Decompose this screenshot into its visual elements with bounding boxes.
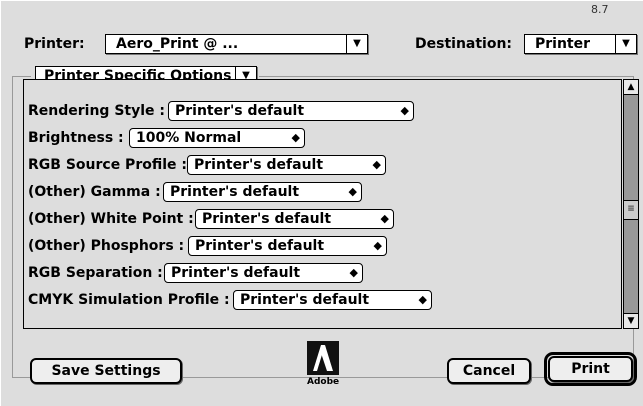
destination-label: Destination:	[415, 36, 513, 52]
save-settings-button[interactable]: Save Settings	[30, 358, 182, 384]
option-value: Printer's default	[202, 211, 332, 227]
option-label: CMYK Simulation Profile :	[28, 292, 230, 308]
option-label: Rendering Style :	[28, 103, 165, 119]
option-label: RGB Source Profile :	[28, 157, 187, 173]
rgb-separation-popup[interactable]: Printer's default ◆	[164, 263, 363, 283]
destination-popup[interactable]: Printer ▼	[524, 34, 637, 54]
destination-value: Printer	[535, 36, 591, 52]
up-down-arrows-icon: ◆	[373, 239, 382, 252]
printer-label: Printer:	[24, 36, 85, 52]
adobe-logo-icon: ® Adobe	[307, 341, 348, 391]
cancel-button[interactable]: Cancel	[447, 358, 531, 384]
brightness-popup[interactable]: 100% Normal ◆	[129, 128, 305, 148]
adobe-logo-text: Adobe	[307, 377, 340, 387]
option-value: Printer's default	[195, 238, 325, 254]
option-label: (Other) White Point :	[28, 211, 194, 227]
option-value: Printer's default	[175, 103, 305, 119]
option-value: Printer's default	[170, 184, 300, 200]
adobe-logo-mark: ®	[307, 341, 348, 375]
option-label: (Other) Phosphors :	[28, 238, 185, 254]
printer-value: Aero_Print @ ...	[116, 36, 239, 52]
white-point-popup[interactable]: Printer's default ◆	[195, 209, 394, 229]
triangle-down-icon: ▼	[615, 35, 636, 53]
scroll-thumb[interactable]: ≡	[624, 200, 638, 220]
up-down-arrows-icon: ◆	[418, 293, 427, 306]
printer-popup[interactable]: Aero_Print @ ... ▼	[105, 34, 368, 54]
vertical-scrollbar[interactable]: ▲ ≡ ▼	[623, 79, 639, 329]
option-label: RGB Separation :	[28, 265, 163, 281]
up-down-arrows-icon: ◆	[400, 104, 409, 117]
rgb-source-profile-popup[interactable]: Printer's default ◆	[187, 155, 386, 175]
phosphors-popup[interactable]: Printer's default ◆	[188, 236, 387, 256]
option-value: Printer's default	[194, 157, 324, 173]
gamma-popup[interactable]: Printer's default ◆	[163, 182, 362, 202]
option-value: Printer's default	[240, 292, 370, 308]
option-value: 100% Normal	[136, 130, 242, 146]
triangle-down-icon: ▼	[346, 35, 367, 53]
rendering-style-popup[interactable]: Printer's default ◆	[168, 101, 414, 121]
up-down-arrows-icon: ◆	[348, 185, 357, 198]
option-label: Brightness :	[28, 130, 124, 146]
up-down-arrows-icon: ◆	[380, 212, 389, 225]
print-dialog: 8.7 Printer: Aero_Print @ ... ▼ Destinat…	[0, 0, 643, 406]
version-label: 8.7	[591, 3, 609, 16]
up-down-arrows-icon: ◆	[372, 158, 381, 171]
options-scroll-area[interactable]: Rendering Style : Printer's default ◆ Br…	[23, 79, 622, 329]
option-label: (Other) Gamma :	[28, 184, 161, 200]
scroll-up-arrow-icon[interactable]: ▲	[624, 80, 638, 95]
print-button[interactable]: Print	[548, 356, 633, 382]
scroll-down-arrow-icon[interactable]: ▼	[624, 313, 638, 328]
up-down-arrows-icon: ◆	[291, 131, 300, 144]
option-value: Printer's default	[171, 265, 301, 281]
up-down-arrows-icon: ◆	[349, 266, 358, 279]
cmyk-simulation-profile-popup[interactable]: Printer's default ◆	[233, 290, 432, 310]
